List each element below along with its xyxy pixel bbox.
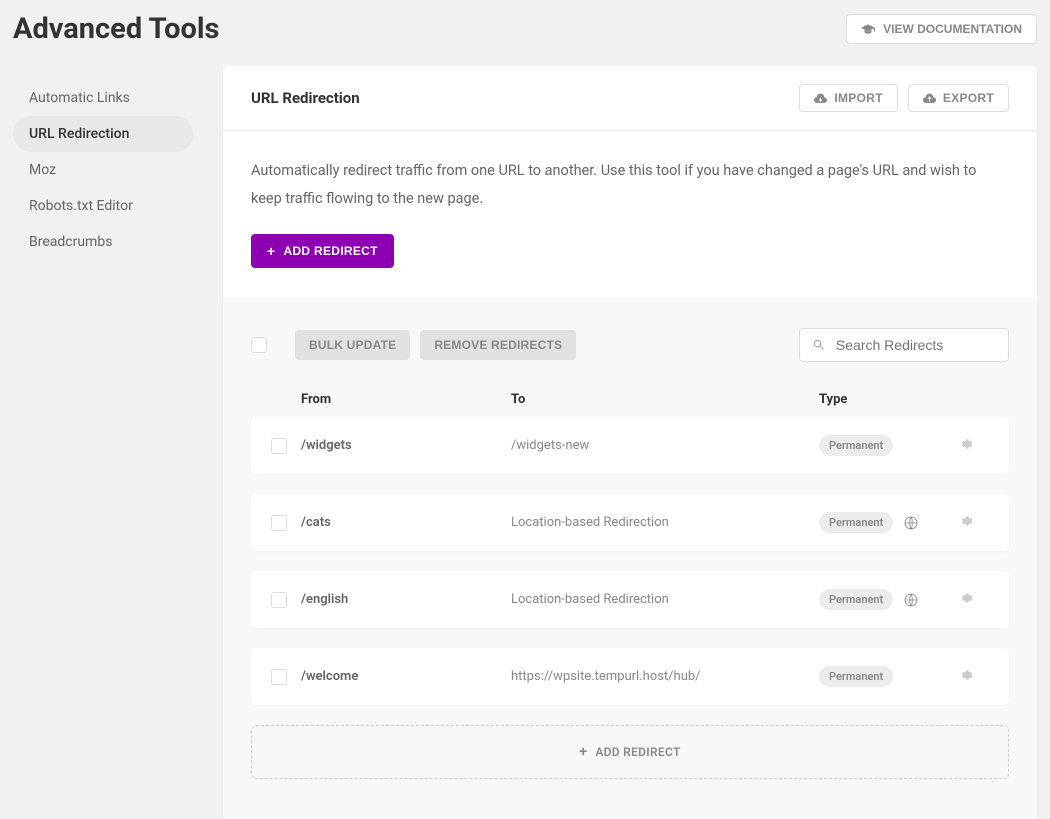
row-from: /english [301, 592, 511, 607]
select-all-checkbox[interactable] [251, 337, 267, 353]
row-type: Permanent [819, 666, 959, 687]
sidebar-item-moz[interactable]: Moz [13, 152, 193, 188]
search-box[interactable] [799, 328, 1009, 362]
bulk-update-button[interactable]: BULK UPDATE [295, 330, 410, 360]
search-input[interactable] [836, 337, 996, 353]
row-to: https://wpsite.tempurl.host/hub/ [511, 669, 819, 684]
graduation-cap-icon [861, 24, 875, 34]
row-checkbox[interactable] [271, 515, 287, 531]
row-to: Location-based Redirection [511, 515, 819, 530]
add-redirect-row-label: ADD REDIRECT [595, 745, 680, 759]
page-title: Advanced Tools [13, 12, 219, 46]
card-title: URL Redirection [251, 89, 360, 107]
export-label: EXPORT [943, 91, 994, 105]
view-documentation-button[interactable]: VIEW DOCUMENTATION [846, 14, 1037, 44]
gear-icon[interactable] [959, 668, 973, 682]
table-header: From To Type [251, 392, 1009, 417]
col-header-type: Type [819, 392, 959, 407]
table-row: /englishLocation-based RedirectionPerman… [251, 571, 1009, 628]
cloud-download-icon [814, 93, 827, 104]
row-checkbox[interactable] [271, 592, 287, 608]
row-from: /welcome [301, 669, 511, 684]
gear-icon[interactable] [959, 437, 973, 451]
type-badge: Permanent [819, 512, 893, 533]
row-to: Location-based Redirection [511, 592, 819, 607]
globe-icon [903, 515, 919, 531]
remove-redirects-button[interactable]: REMOVE REDIRECTS [420, 330, 576, 360]
export-button[interactable]: EXPORT [908, 84, 1009, 112]
sidebar-item-automatic-links[interactable]: Automatic Links [13, 80, 193, 116]
gear-icon[interactable] [959, 514, 973, 528]
search-icon [812, 337, 826, 353]
import-button[interactable]: IMPORT [799, 84, 897, 112]
description-text: Automatically redirect traffic from one … [251, 157, 1009, 212]
add-redirect-row[interactable]: + ADD REDIRECT [251, 725, 1009, 779]
table-row: /catsLocation-based RedirectionPermanent [251, 494, 1009, 551]
type-badge: Permanent [819, 589, 893, 610]
col-header-to: To [511, 392, 819, 407]
import-label: IMPORT [834, 91, 882, 105]
row-type: Permanent [819, 589, 959, 610]
plus-icon: + [579, 744, 587, 760]
col-header-from: From [301, 392, 511, 407]
row-checkbox[interactable] [271, 669, 287, 685]
row-to: /widgets-new [511, 438, 819, 453]
sidebar-item-breadcrumbs[interactable]: Breadcrumbs [13, 224, 193, 260]
gear-icon[interactable] [959, 591, 973, 605]
type-badge: Permanent [819, 666, 893, 687]
plus-icon: + [267, 244, 275, 258]
row-from: /cats [301, 515, 511, 530]
row-checkbox[interactable] [271, 438, 287, 454]
doc-button-label: VIEW DOCUMENTATION [883, 22, 1022, 36]
table-row: /widgets/widgets-newPermanent [251, 417, 1009, 474]
row-from: /widgets [301, 438, 511, 453]
add-redirect-label: ADD REDIRECT [283, 244, 377, 258]
table-row: /welcomehttps://wpsite.tempurl.host/hub/… [251, 648, 1009, 705]
sidebar: Automatic Links URL Redirection Moz Robo… [13, 66, 193, 819]
row-type: Permanent [819, 435, 959, 456]
globe-icon [903, 592, 919, 608]
sidebar-item-robots-txt-editor[interactable]: Robots.txt Editor [13, 188, 193, 224]
cloud-upload-icon [923, 93, 936, 104]
main-card: URL Redirection IMPORT EXPORT Automatica… [223, 66, 1037, 819]
row-type: Permanent [819, 512, 959, 533]
add-redirect-button[interactable]: + ADD REDIRECT [251, 234, 394, 268]
sidebar-item-url-redirection[interactable]: URL Redirection [13, 116, 193, 152]
type-badge: Permanent [819, 435, 893, 456]
